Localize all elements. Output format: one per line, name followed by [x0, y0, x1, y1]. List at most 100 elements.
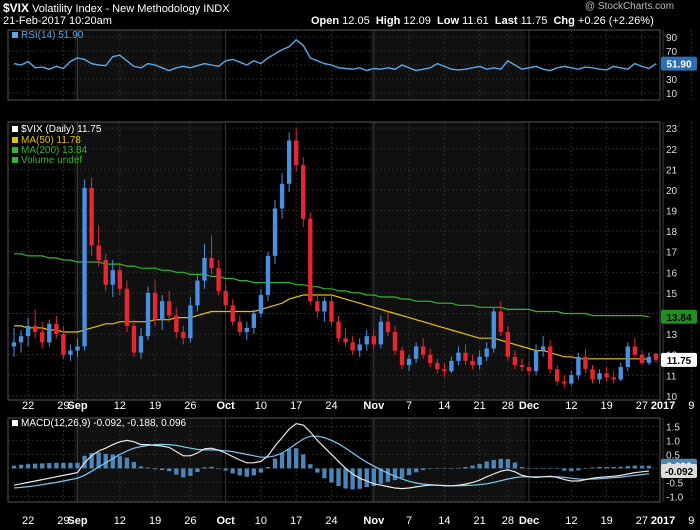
candle-body — [103, 259, 108, 285]
x-tick-label: 12 — [114, 515, 126, 527]
macd-histogram-bar — [597, 467, 602, 469]
candle-body — [223, 290, 228, 306]
macd-histogram-bar — [18, 464, 24, 469]
y-tick-label: 19 — [666, 207, 678, 218]
macd-histogram-bar — [32, 463, 38, 469]
candle-body — [597, 373, 602, 380]
macd-histogram-bar — [230, 468, 235, 474]
macd-histogram-bar — [625, 466, 630, 469]
y-tick-label: 20 — [666, 186, 678, 197]
price-legend-swatch — [12, 126, 18, 132]
candle-body — [519, 364, 525, 368]
x-tick-label: 10 — [255, 400, 267, 412]
candle-body — [533, 350, 539, 372]
volume-legend: Volume undef — [21, 155, 82, 166]
y-tick-label: -0.5 — [666, 478, 684, 489]
x-tick-label: 26 — [184, 515, 196, 527]
macd-histogram-bar — [533, 468, 539, 469]
candle-body — [625, 346, 630, 368]
macd-histogram-bar — [562, 468, 567, 471]
macd-histogram-bar — [195, 468, 200, 473]
price-legend: $VIX (Daily) 11.75 — [21, 124, 102, 135]
macd-histogram-bar — [159, 468, 165, 471]
y-tick-label: -1.0 — [666, 492, 684, 503]
macd-histogram-bar — [385, 468, 391, 482]
candle-body — [110, 270, 115, 285]
macd-histogram-bar — [463, 467, 468, 469]
x-tick-label: 28 — [502, 400, 514, 412]
candle-body — [477, 356, 482, 365]
candle-body — [174, 315, 179, 333]
chart-canvas: 10305070901011121314151617181920212223-1… — [7, 29, 697, 527]
candle-body — [181, 332, 186, 339]
x-tick-label: Sep — [67, 515, 87, 527]
candle-body — [54, 323, 59, 335]
candle-body — [604, 373, 609, 378]
candle-body — [456, 352, 461, 361]
macd-histogram-bar — [491, 460, 496, 469]
macd-histogram-bar — [251, 468, 257, 476]
macd-histogram-bar — [279, 453, 285, 469]
x-tick-label: 26 — [184, 400, 196, 412]
candle-body — [286, 140, 292, 184]
candle-body — [336, 321, 341, 339]
month-bands — [73, 30, 660, 502]
macd-histogram-bar — [202, 467, 207, 469]
macd-histogram-bar — [40, 463, 45, 469]
candle-body — [357, 344, 362, 351]
macd-histogram-bar — [470, 465, 475, 469]
candle-body — [61, 334, 66, 355]
candle-body — [442, 369, 447, 372]
macd-histogram-bar — [435, 468, 440, 469]
macd-histogram-bar — [428, 468, 433, 469]
macd-histogram-bar — [322, 468, 327, 479]
macd-histogram-bar — [258, 468, 264, 473]
candle-body — [131, 325, 137, 353]
candle-body — [590, 369, 595, 380]
candle-body — [611, 377, 616, 380]
candle-body — [294, 140, 299, 166]
x-tick-label: 19 — [149, 400, 161, 412]
macd-histogram-bar — [103, 453, 108, 469]
x-tick-label: Sep — [67, 400, 87, 412]
candle-body — [209, 257, 214, 269]
macd-histogram-bar — [308, 464, 313, 469]
macd-histogram-bar — [110, 454, 115, 469]
macd-histogram-bar — [329, 468, 334, 483]
candle-body — [138, 336, 144, 353]
x-tick-label: 17 — [290, 515, 302, 527]
candle-body — [11, 342, 17, 347]
macd-histogram-bar — [442, 468, 447, 469]
x-tick-label: 21 — [474, 515, 486, 527]
macd-legend-swatch — [12, 420, 18, 426]
macd-histogram-bar — [364, 468, 369, 488]
macd-histogram-bar — [555, 468, 560, 469]
macd-histogram-bar — [47, 463, 52, 469]
candle-body — [308, 218, 313, 302]
y-tick-label: 1.0 — [666, 436, 680, 447]
candle-body — [639, 354, 645, 363]
macd-histogram-bar — [526, 468, 532, 469]
macd-histogram-bar — [272, 458, 278, 469]
macd-histogram-bar — [505, 459, 511, 469]
candle-body — [547, 346, 553, 370]
macd-histogram-bar — [167, 468, 172, 472]
macd-histogram-bar — [611, 467, 616, 469]
macd-legend: MACD(12,26,9) -0.092, -0.188, 0.096 — [21, 418, 187, 429]
macd-histogram-bar — [286, 448, 292, 469]
candle-body — [343, 338, 348, 343]
candle-body — [68, 350, 73, 355]
candle-body — [188, 305, 193, 339]
ma50-legend-swatch — [12, 137, 18, 143]
macd-histogram-bar — [646, 465, 652, 469]
macd-histogram-bar — [406, 468, 412, 476]
candle-body — [279, 183, 285, 209]
macd-histogram-bar — [174, 468, 179, 475]
rsi-legend: RSI(14) 51.90 — [21, 30, 84, 41]
macd-histogram-bar — [25, 464, 31, 469]
macd-histogram-bar — [350, 468, 355, 490]
x-tick-label: Oct — [216, 515, 235, 527]
macd-histogram-bar — [223, 468, 228, 471]
x-tick-label: 12 — [114, 400, 126, 412]
stock-chart-window: $VIX Volatility Index - New Methodology … — [0, 0, 700, 530]
